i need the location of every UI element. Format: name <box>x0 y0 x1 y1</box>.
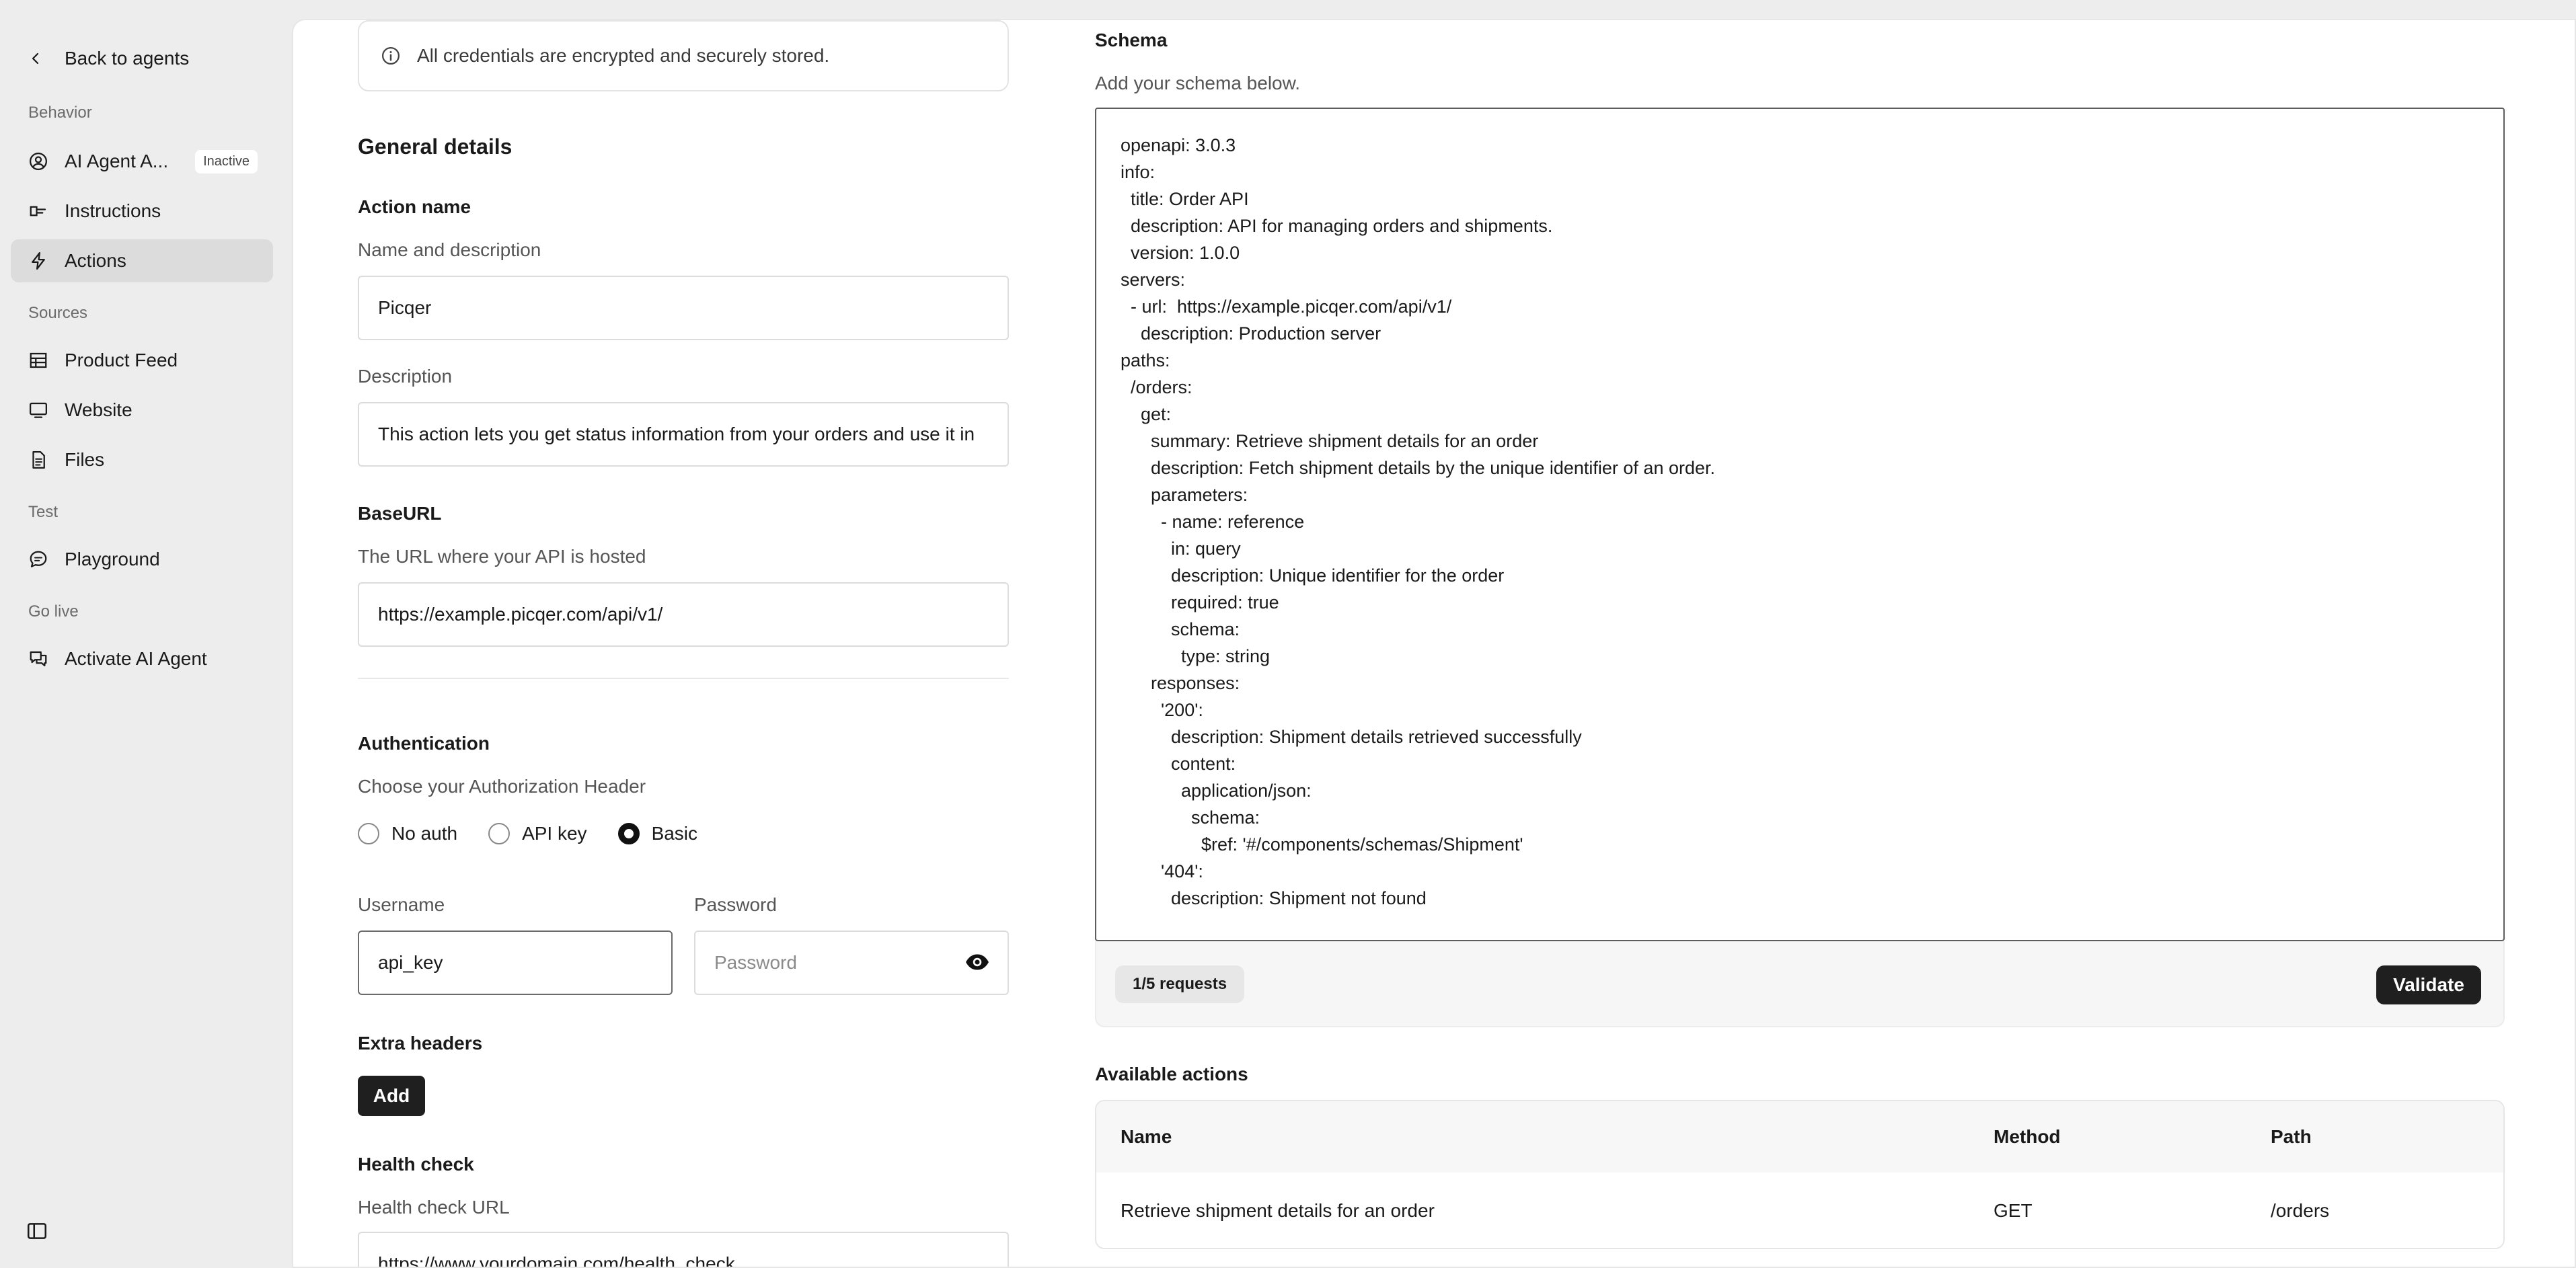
auth-radio-group: No auth API key Basic <box>358 823 697 844</box>
sidebar-item-actions[interactable]: Actions <box>11 239 273 282</box>
info-icon <box>381 46 401 66</box>
schema-editor[interactable]: openapi: 3.0.3 info: title: Order API de… <box>1095 108 2505 941</box>
user-circle-icon <box>27 150 50 173</box>
action-name-heading: Action name <box>358 196 471 217</box>
back-to-agents-label: Back to agents <box>65 48 190 69</box>
authentication-heading: Authentication <box>358 733 490 754</box>
action-path-cell: /orders <box>2271 1200 2330 1221</box>
sidebar-item-instructions[interactable]: Instructions <box>11 190 273 233</box>
action-method-cell: GET <box>1994 1200 2033 1221</box>
sidebar-item-label: Actions <box>65 250 126 271</box>
password-placeholder: Password <box>714 952 797 973</box>
chevron-left-icon <box>27 50 44 67</box>
health-check-label: Health check URL <box>358 1197 510 1218</box>
eye-icon[interactable] <box>964 952 990 972</box>
action-name-cell: Retrieve shipment details for an order <box>1121 1200 1435 1221</box>
sidebar-item-ai-agent[interactable]: AI Agent A... Inactive <box>11 140 273 183</box>
section-label-sources: Sources <box>28 304 88 322</box>
username-label: Username <box>358 894 445 915</box>
sidebar-item-label: Instructions <box>65 200 161 221</box>
radio-api-key[interactable]: API key <box>488 823 587 844</box>
general-details-title: General details <box>358 134 513 159</box>
lightning-icon <box>27 249 50 272</box>
sidebar-toggle-icon[interactable] <box>26 1220 48 1242</box>
baseurl-label: The URL where your API is hosted <box>358 546 646 567</box>
password-input[interactable]: Password <box>694 930 1009 995</box>
schema-content: openapi: 3.0.3 info: title: Order API de… <box>1121 135 1715 908</box>
radio-label: API key <box>522 823 587 844</box>
sidebar-item-activate-ai-agent[interactable]: Activate AI Agent <box>11 637 273 680</box>
baseurl-input[interactable]: https://example.picqer.com/api/v1/ <box>358 582 1009 647</box>
add-header-button[interactable]: Add <box>358 1076 425 1116</box>
radio-circle <box>488 823 510 844</box>
radio-no-auth[interactable]: No auth <box>358 823 457 844</box>
sidebar: Back to agents Behavior AI Agent A... In… <box>0 0 289 1268</box>
notice-text: All credentials are encrypted and secure… <box>417 45 830 66</box>
available-actions-table: Name Method Path Retrieve shipment detai… <box>1095 1100 2505 1249</box>
back-to-agents-link[interactable]: Back to agents <box>27 42 189 75</box>
sidebar-item-label: Playground <box>65 549 160 569</box>
main-panel: All credentials are encrypted and secure… <box>292 19 2576 1268</box>
action-name-input[interactable]: Picqer <box>358 276 1009 340</box>
baseurl-heading: BaseURL <box>358 503 442 524</box>
sidebar-item-files[interactable]: Files <box>11 438 273 481</box>
section-divider <box>358 678 1009 679</box>
sidebar-item-label: Product Feed <box>65 350 178 370</box>
section-label-go-live: Go live <box>28 602 79 621</box>
monitor-icon <box>27 399 50 422</box>
radio-basic[interactable]: Basic <box>617 823 698 844</box>
table-icon <box>27 349 50 372</box>
radio-circle <box>358 823 379 844</box>
sidebar-item-label: Files <box>65 449 105 470</box>
sidebar-item-website[interactable]: Website <box>11 389 273 432</box>
encryption-notice: All credentials are encrypted and secure… <box>358 20 1009 91</box>
chats-icon <box>27 647 50 670</box>
chat-icon <box>27 548 50 571</box>
auth-header-label: Choose your Authorization Header <box>358 776 646 797</box>
file-icon <box>27 448 50 471</box>
radio-label: No auth <box>391 823 458 844</box>
table-header: Name Method Path <box>1096 1101 2503 1173</box>
column-header-name: Name <box>1121 1126 1172 1147</box>
column-header-path: Path <box>2271 1126 2312 1147</box>
health-check-heading: Health check <box>358 1154 474 1175</box>
validate-button[interactable]: Validate <box>2376 965 2481 1004</box>
requests-counter: 1/5 requests <box>1115 965 1245 1003</box>
available-actions-title: Available actions <box>1095 1064 1248 1084</box>
app-root: Back to agents Behavior AI Agent A... In… <box>0 0 2576 1268</box>
sidebar-item-label: AI Agent A... <box>65 151 169 171</box>
table-row[interactable]: Retrieve shipment details for an order G… <box>1096 1173 2503 1248</box>
sidebar-item-label: Website <box>65 399 132 420</box>
sidebar-item-label: Activate AI Agent <box>65 648 207 669</box>
schema-footer: 1/5 requests Validate <box>1095 941 2505 1027</box>
description-input[interactable]: This action lets you get status informat… <box>358 402 1009 467</box>
column-header-method: Method <box>1994 1126 2061 1147</box>
username-input[interactable]: api_key <box>358 930 673 995</box>
sidebar-item-playground[interactable]: Playground <box>11 538 273 581</box>
section-label-behavior: Behavior <box>28 104 92 122</box>
schema-title: Schema <box>1095 30 1168 50</box>
action-name-label: Name and description <box>358 239 541 260</box>
health-check-input[interactable]: https://www.yourdomain.com/health_check <box>358 1232 1009 1267</box>
section-label-test: Test <box>28 503 59 521</box>
schema-subtitle: Add your schema below. <box>1095 73 1301 93</box>
description-label: Description <box>358 366 453 387</box>
radio-circle-selected <box>617 823 640 844</box>
extra-headers-heading: Extra headers <box>358 1033 483 1054</box>
sidebar-item-product-feed[interactable]: Product Feed <box>11 339 273 382</box>
radio-label: Basic <box>651 823 698 844</box>
password-label: Password <box>694 894 777 915</box>
status-badge: Inactive <box>195 149 258 173</box>
instructions-icon <box>27 200 50 223</box>
